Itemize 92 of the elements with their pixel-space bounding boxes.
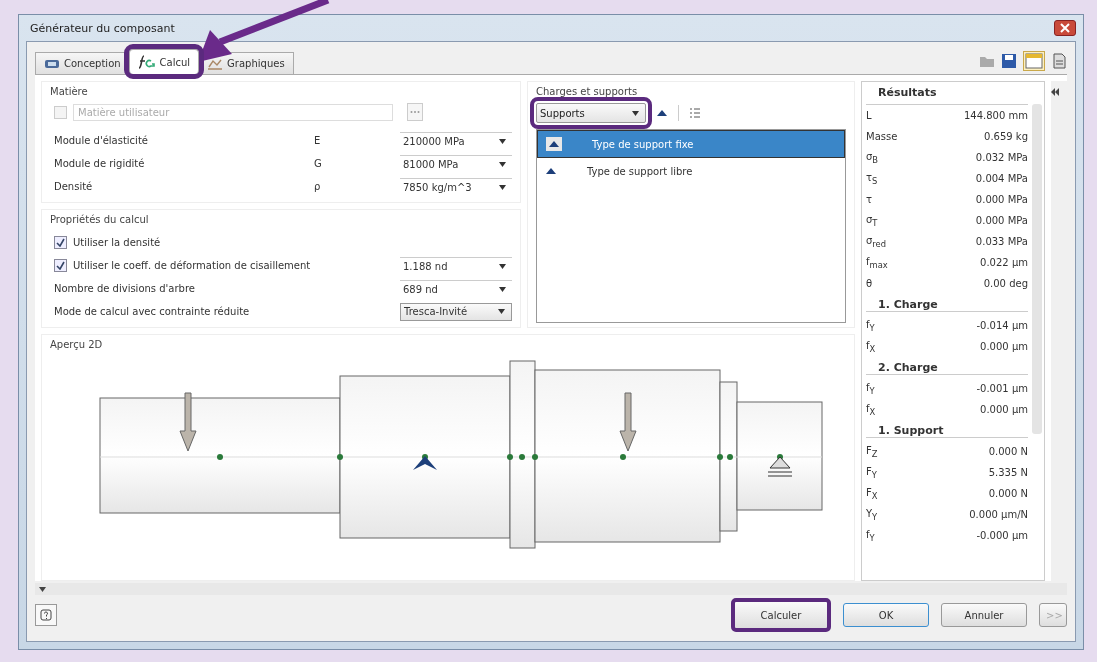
symbol-label: G: [314, 158, 323, 169]
result-label: f$_{Y}$: [866, 528, 875, 543]
dropdown-arrow-icon: [498, 309, 505, 314]
scrollbar[interactable]: [1032, 104, 1042, 434]
result-value: 0.000 µm: [980, 341, 1028, 352]
property-label: Module d'élasticité: [54, 135, 149, 146]
result-value: 0.004 MPa: [975, 173, 1028, 184]
section-header: 1. Charge: [866, 297, 1028, 312]
result-value: 0.032 MPa: [975, 152, 1028, 163]
value-field[interactable]: 7850 kg/m^3: [400, 177, 512, 196]
checkbox[interactable]: [54, 259, 67, 272]
group-title: Aperçu 2D: [50, 339, 104, 350]
result-value: -0.001 µm: [976, 383, 1028, 394]
checkbox-label: Utiliser la densité: [73, 237, 162, 248]
result-value: 0.00 deg: [983, 278, 1028, 289]
result-label: f$_{Y}$: [866, 381, 875, 396]
result-value: 0.000 N: [988, 488, 1028, 499]
checkbox-label: Utiliser le coeff. de déformation de cisaillement: [73, 260, 312, 271]
result-value: 0.000 MPa: [975, 215, 1028, 226]
support-icon: [546, 137, 562, 151]
value-field[interactable]: 210000 MPa: [400, 131, 512, 150]
dropdown-arrow-icon: [499, 263, 506, 269]
property-label: Module de rigidité: [54, 158, 146, 169]
result-label: τ$_{S}$: [866, 171, 878, 186]
section-header: 2. Charge: [866, 360, 1028, 375]
support-icon: [545, 166, 557, 176]
result-value: 0.000 N: [988, 446, 1028, 457]
save-icon[interactable]: [1001, 53, 1017, 69]
result-label: f$_{max}$: [866, 255, 888, 270]
result-label: f$_{X}$: [866, 339, 876, 354]
property-label: Densité: [54, 181, 94, 192]
mode-dropdown[interactable]: Tresca-Invité: [400, 302, 512, 321]
dropdown-arrow-icon: [499, 138, 506, 144]
checkbox[interactable]: [54, 236, 67, 249]
result-value: 0.000 µm: [980, 404, 1028, 415]
result-value: -0.000 µm: [976, 530, 1028, 541]
dropdown-arrow-icon: [499, 286, 506, 292]
value-field[interactable]: 689 nd: [400, 279, 512, 298]
results-title: Résultats: [866, 86, 1028, 105]
symbol-label: E: [314, 135, 322, 146]
dropdown-arrow-icon: [499, 161, 506, 167]
chart-icon: [207, 57, 224, 70]
ellipsis-icon: [410, 110, 420, 114]
symbol-label: ρ: [314, 181, 322, 192]
group-title: Charges et supports: [536, 86, 639, 97]
document-icon[interactable]: [1051, 53, 1067, 69]
result-value: 144.800 mm: [964, 110, 1028, 121]
value-field[interactable]: 81000 MPa: [400, 154, 512, 173]
dialog-button[interactable]: Annuler: [941, 603, 1027, 627]
result-value: 0.000 µm/N: [969, 509, 1028, 520]
group-title: Propriétés du calcul: [50, 214, 150, 225]
dialog-button[interactable]: Calculer: [731, 598, 831, 632]
support-icon[interactable]: [656, 108, 668, 118]
section-header: 1. Support: [866, 423, 1028, 438]
window-title: Générateur du composant: [30, 21, 175, 35]
result-label: f$_{Y}$: [866, 318, 875, 333]
close-button[interactable]: [1054, 20, 1076, 36]
result-label: θ: [866, 278, 873, 289]
support-list-item[interactable]: Type de support libre: [537, 158, 845, 184]
dropdown-arrow-icon: [499, 184, 506, 190]
help-icon: [40, 609, 52, 621]
result-value: 0.022 µm: [980, 257, 1028, 268]
close-icon: [1060, 23, 1070, 33]
property-label: Mode de calcul avec contrainte réduite: [54, 306, 251, 317]
browse-button[interactable]: [407, 103, 423, 121]
list-icon[interactable]: [689, 107, 701, 119]
result-value: 0.659 kg: [984, 131, 1028, 142]
property-label: Nombre de divisions d'arbre: [54, 283, 196, 294]
result-value: -0.014 µm: [976, 320, 1028, 331]
support-list-item[interactable]: Type de support fixe: [537, 130, 845, 158]
collapse-icon[interactable]: [1051, 88, 1059, 96]
result-label: τ: [866, 194, 873, 205]
result-value: 0.000 MPa: [975, 194, 1028, 205]
dropdown-arrow-icon: [632, 110, 639, 116]
result-label: σ$_{T}$: [866, 213, 878, 228]
result-label: Y$_{Y}$: [866, 507, 878, 522]
result-label: F$_{Z}$: [866, 444, 878, 459]
group-title: Matière: [50, 86, 89, 97]
formula-icon: [137, 55, 156, 69]
result-label: F$_{Y}$: [866, 465, 877, 480]
dialog-button[interactable]: OK: [843, 603, 929, 627]
result-label: Masse: [866, 131, 898, 142]
result-label: σ$_{B}$: [866, 150, 879, 165]
result-label: F$_{X}$: [866, 486, 878, 501]
result-label: σ$_{red}$: [866, 234, 886, 249]
value-field[interactable]: 1.188 nd: [400, 256, 512, 275]
expand-arrow-icon[interactable]: [39, 586, 46, 592]
result-value: 5.335 N: [988, 467, 1028, 478]
result-label: f$_{X}$: [866, 402, 876, 417]
help-button[interactable]: [35, 604, 57, 626]
result-value: 0.033 MPa: [975, 236, 1028, 247]
result-label: L: [866, 110, 872, 121]
